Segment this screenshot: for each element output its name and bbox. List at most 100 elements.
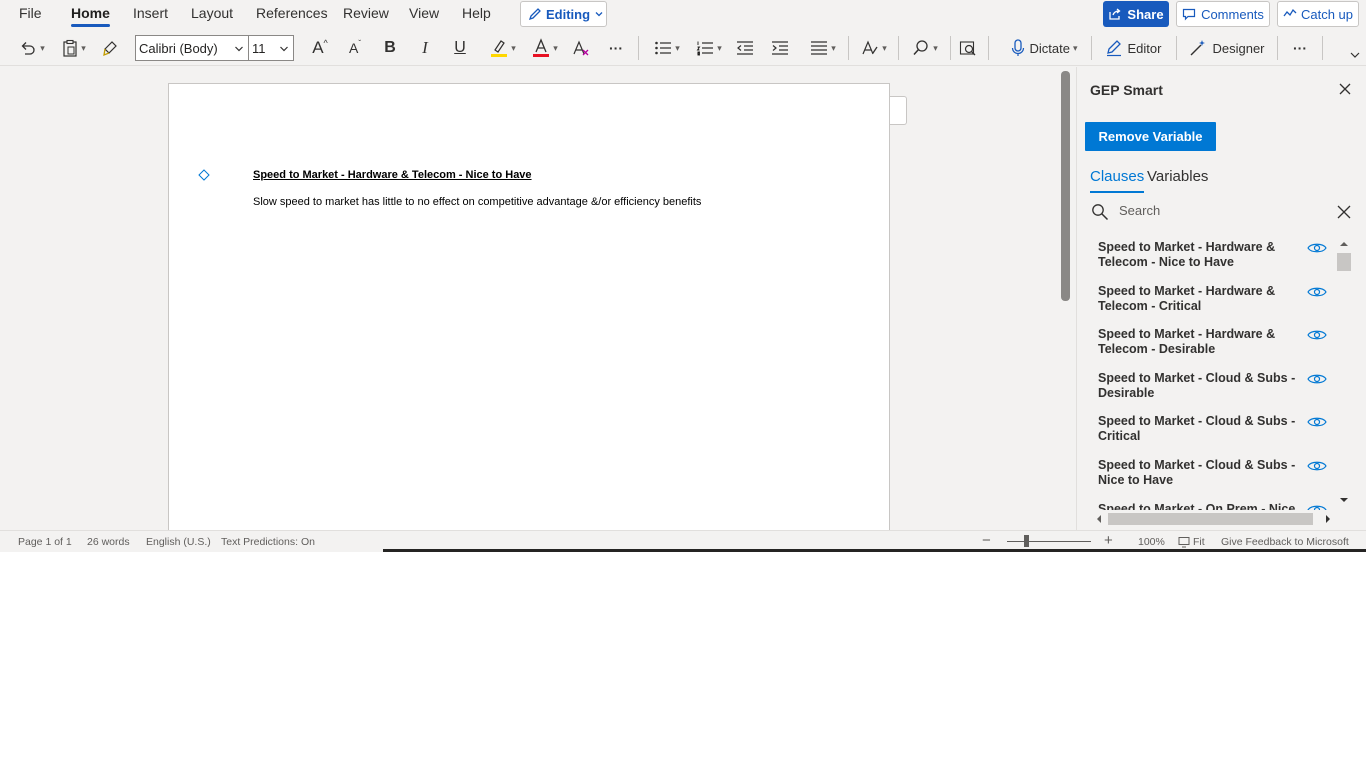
paste-button[interactable]: ▾	[58, 36, 90, 60]
bullet-list-icon	[655, 41, 672, 55]
tab-help[interactable]: Help	[462, 5, 491, 27]
chevron-down-icon: ▾	[831, 42, 836, 53]
page-side-tab	[890, 96, 907, 125]
font-name-select[interactable]: Calibri (Body)	[135, 35, 249, 61]
vertical-scroll-thumb[interactable]	[1337, 253, 1351, 271]
close-icon[interactable]	[1337, 81, 1353, 97]
pane-title: GEP Smart	[1090, 82, 1163, 98]
fit-button[interactable]: Fit	[1193, 536, 1205, 548]
remove-variable-button[interactable]: Remove Variable	[1085, 122, 1216, 151]
document-page[interactable]	[168, 83, 890, 543]
clause-search-input[interactable]	[1119, 199, 1319, 221]
tab-variables[interactable]: Variables	[1147, 168, 1208, 185]
list-item[interactable]: Speed to Market - Hardware & Telecom - C…	[1077, 277, 1335, 321]
zoom-out-button[interactable]: −	[982, 532, 991, 549]
comment-icon	[1182, 8, 1196, 21]
underline-button[interactable]: U	[451, 36, 469, 60]
search-icon	[913, 40, 928, 56]
word-count[interactable]: 26 words	[87, 536, 130, 548]
editing-mode-label: Editing	[546, 6, 591, 22]
tab-references[interactable]: References	[256, 5, 328, 27]
list-item[interactable]: Speed to Market - Hardware & Telecom - N…	[1077, 233, 1335, 277]
tab-layout[interactable]: Layout	[191, 5, 233, 27]
more-commands-button[interactable]: ···	[1288, 36, 1312, 60]
pulse-icon	[1283, 8, 1297, 17]
text-predictions-status[interactable]: Text Predictions: On	[221, 536, 315, 548]
eye-icon[interactable]	[1307, 459, 1327, 473]
clipboard-icon	[63, 39, 77, 57]
chevron-down-icon: ▾	[717, 42, 722, 53]
chevron-down-icon	[1350, 52, 1360, 58]
reuse-files-button[interactable]	[958, 36, 978, 60]
document-clause-heading[interactable]: Speed to Market - Hardware & Telecom - N…	[253, 169, 532, 181]
clause-list-vertical-scrollbar[interactable]	[1336, 237, 1352, 507]
chevron-down-icon	[280, 46, 288, 52]
zoom-in-button[interactable]: +	[1104, 532, 1113, 549]
grow-font-button[interactable]: A ^	[309, 36, 331, 60]
language-status[interactable]: English (U.S.)	[146, 536, 211, 548]
zoom-slider-thumb[interactable]	[1024, 535, 1029, 547]
shrink-font-button[interactable]: Aˇ	[345, 36, 365, 60]
comments-button[interactable]: Comments	[1176, 1, 1270, 27]
dictate-button[interactable]: Dictate ▾	[1003, 36, 1085, 60]
chevron-down-icon: ▾	[511, 42, 516, 53]
clause-label: Speed to Market - On Prem - Nice to Have	[1098, 501, 1296, 510]
increase-indent-button[interactable]	[770, 36, 790, 60]
zoom-level[interactable]: 100%	[1138, 536, 1165, 548]
eye-icon[interactable]	[1307, 415, 1327, 429]
toolbar-divider	[1277, 36, 1278, 60]
font-color-button[interactable]: ▾	[528, 36, 562, 60]
tab-clauses[interactable]: Clauses	[1090, 168, 1145, 193]
ribbon-collapse-button[interactable]	[1348, 48, 1362, 62]
word-app-window: File Home Insert Layout References Revie…	[0, 0, 1366, 552]
eye-icon[interactable]	[1307, 241, 1327, 255]
feedback-link[interactable]: Give Feedback to Microsoft	[1221, 536, 1349, 548]
clause-label: Speed to Market - Cloud & Subs - Critica…	[1098, 414, 1296, 444]
align-button[interactable]: ▾	[806, 36, 840, 60]
tab-insert[interactable]: Insert	[133, 5, 168, 27]
tab-view[interactable]: View	[409, 5, 439, 27]
tab-home[interactable]: Home	[71, 5, 110, 27]
caret-up-icon: ^	[323, 38, 328, 48]
eye-icon[interactable]	[1307, 328, 1327, 342]
list-item[interactable]: Speed to Market - On Prem - Nice to Have	[1077, 495, 1335, 510]
clear-search-icon[interactable]	[1337, 205, 1351, 219]
styles-button[interactable]: ▾	[857, 36, 891, 60]
eye-icon[interactable]	[1307, 285, 1327, 299]
clear-formatting-button[interactable]	[571, 36, 591, 60]
find-button[interactable]: ▾	[908, 36, 942, 60]
home-toolbar: ▾ ▾ Calibri (Body) 11 A ^ Aˇ B I U ▾ ▾ ·…	[0, 30, 1366, 66]
italic-button[interactable]: I	[416, 36, 434, 60]
eye-icon[interactable]	[1307, 372, 1327, 386]
editor-button[interactable]: Editor	[1101, 36, 1165, 60]
list-item[interactable]: Speed to Market - Cloud & Subs - Nice to…	[1077, 451, 1335, 495]
tab-review[interactable]: Review	[343, 5, 389, 27]
list-item[interactable]: Speed to Market - Cloud & Subs - Desirab…	[1077, 364, 1335, 408]
font-size-select[interactable]: 11	[249, 35, 294, 61]
numbering-button[interactable]: ▾	[692, 36, 726, 60]
eye-icon[interactable]	[1307, 503, 1327, 510]
format-painter-button[interactable]	[101, 36, 121, 60]
content-control-anchor-icon[interactable]	[198, 169, 210, 181]
bold-button[interactable]: B	[381, 36, 399, 60]
editor-pen-icon	[1106, 40, 1121, 57]
document-scrollbar[interactable]	[1061, 71, 1070, 301]
document-clause-body[interactable]: Slow speed to market has little to no ef…	[253, 196, 701, 208]
catch-up-button[interactable]: Catch up	[1277, 1, 1359, 27]
bullets-button[interactable]: ▾	[650, 36, 684, 60]
font-name-value: Calibri (Body)	[139, 40, 218, 56]
undo-button[interactable]: ▾	[15, 36, 49, 60]
editing-mode-button[interactable]: Editing	[520, 1, 607, 27]
list-item[interactable]: Speed to Market - Cloud & Subs - Critica…	[1077, 407, 1335, 451]
list-item[interactable]: Speed to Market - Hardware & Telecom - D…	[1077, 320, 1335, 364]
highlight-color-button[interactable]: ▾	[486, 36, 520, 60]
designer-button[interactable]: Designer	[1188, 36, 1266, 60]
share-button[interactable]: Share	[1103, 1, 1169, 27]
decrease-indent-button[interactable]	[735, 36, 755, 60]
tab-file[interactable]: File	[19, 5, 42, 27]
more-font-options-button[interactable]: ···	[604, 36, 628, 60]
page-count[interactable]: Page 1 of 1	[18, 536, 72, 548]
clear-format-icon	[573, 40, 589, 56]
horizontal-scroll-thumb[interactable]	[1108, 513, 1313, 525]
zoom-slider[interactable]	[1007, 541, 1091, 542]
